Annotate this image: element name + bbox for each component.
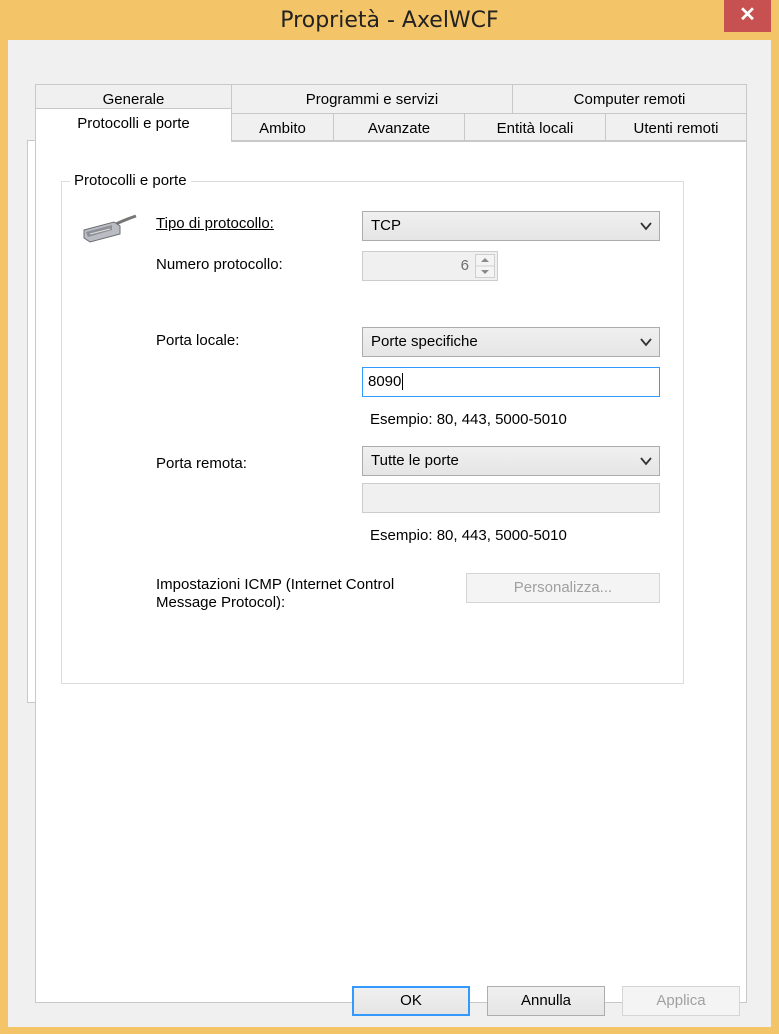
tab-label: Protocolli e porte — [77, 115, 190, 132]
text-cursor — [402, 373, 404, 390]
local-port-example: Esempio: 80, 443, 5000-5010 — [370, 411, 567, 428]
spin-arrows-icon[interactable] — [475, 254, 495, 278]
tab-label: Programmi e servizi — [305, 91, 439, 108]
local-port-input[interactable]: 8090 — [362, 367, 660, 397]
tab-protocolli-e-porte[interactable]: Protocolli e porte — [35, 108, 232, 142]
protocol-type-select[interactable]: TCP — [362, 211, 660, 241]
remote-port-input[interactable] — [362, 483, 660, 513]
tab-avanzate[interactable]: Avanzate — [333, 113, 465, 143]
tab-programmi-e-servizi[interactable]: Programmi e servizi — [231, 84, 513, 114]
protocol-type-label-text: Tipo di protocollo: — [156, 215, 274, 232]
remote-port-label: Porta remota: — [156, 455, 247, 472]
tab-label: Generale — [102, 91, 165, 108]
close-button[interactable]: ✕ — [724, 0, 771, 32]
cancel-button[interactable]: Annulla — [487, 986, 605, 1016]
local-port-label: Porta locale: — [156, 332, 240, 349]
tab-label: Ambito — [259, 120, 306, 137]
chevron-down-icon — [640, 222, 652, 231]
protocol-type-value: TCP — [371, 217, 401, 234]
ok-button[interactable]: OK — [352, 986, 470, 1016]
chevron-down-icon — [640, 338, 652, 347]
apply-button[interactable]: Applica — [622, 986, 740, 1016]
protocol-number-label-text: Numero protocollo: — [156, 256, 283, 273]
local-port-mode: Porte specifiche — [371, 333, 478, 350]
panel-top-edge — [232, 141, 747, 142]
icmp-settings-label: Impostazioni ICMP (Internet Control Mess… — [156, 576, 394, 612]
protocol-number-label: Numero protocollo: — [156, 256, 283, 273]
title-bar[interactable]: Proprietà - AxelWCF ✕ — [0, 0, 779, 40]
protocol-number-spinner[interactable]: 6 — [362, 251, 498, 281]
tab-computer-remoti[interactable]: Computer remoti — [512, 84, 747, 114]
local-port-value: 8090 — [368, 373, 402, 390]
tab-utenti-remoti[interactable]: Utenti remoti — [605, 113, 747, 143]
network-cable-icon — [80, 212, 138, 246]
icmp-label-line1: Impostazioni ICMP (Internet Control — [156, 576, 395, 593]
chevron-down-icon — [640, 457, 652, 466]
customize-button[interactable]: Personalizza... — [466, 573, 660, 603]
tab-label: Avanzate — [367, 120, 431, 137]
tab-label: Entità locali — [496, 120, 574, 137]
remote-port-mode: Tutte le porte — [371, 452, 459, 469]
tab-label: Utenti remoti — [633, 120, 719, 137]
local-port-select[interactable]: Porte specifiche — [362, 327, 660, 357]
tab-ambito[interactable]: Ambito — [231, 113, 334, 143]
protocol-type-label: Tipo di protocollo: — [156, 215, 274, 232]
protocol-number-value: 6 — [460, 257, 469, 274]
icmp-label-line2: Message Protocol): — [156, 594, 286, 611]
tab-label: Computer remoti — [573, 91, 686, 108]
tab-entita-locali[interactable]: Entità locali — [464, 113, 606, 143]
remote-port-example: Esempio: 80, 443, 5000-5010 — [370, 527, 567, 544]
group-title: Protocolli e porte — [70, 172, 191, 189]
window-title: Proprietà - AxelWCF — [280, 8, 499, 33]
remote-port-select[interactable]: Tutte le porte — [362, 446, 660, 476]
properties-window: Proprietà - AxelWCF ✕ Generale Programmi… — [0, 0, 779, 1034]
